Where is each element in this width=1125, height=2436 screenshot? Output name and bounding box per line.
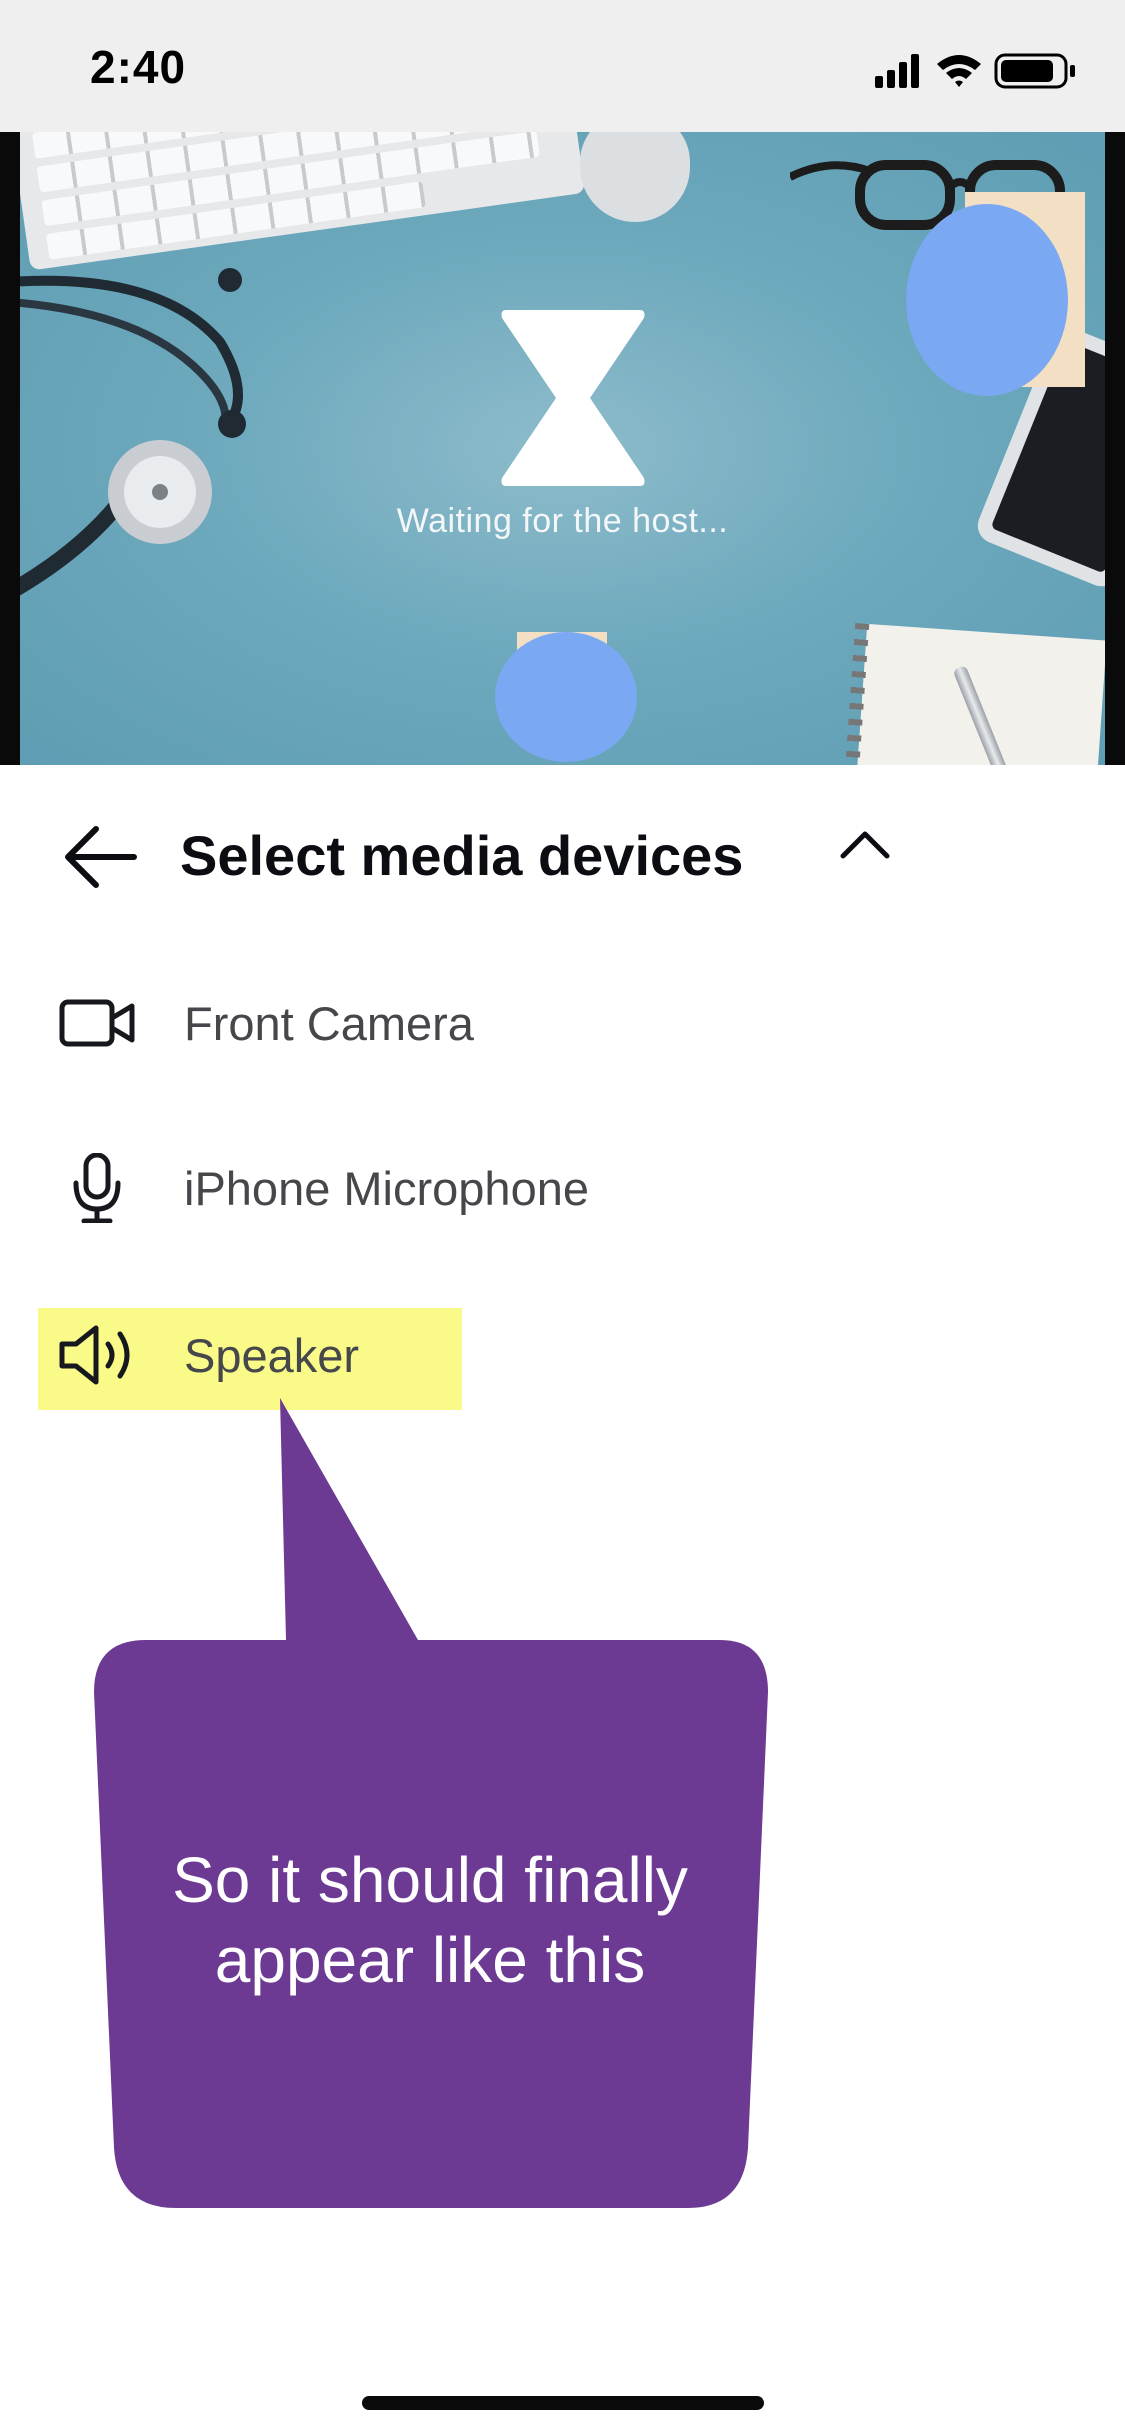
screen: 2:40 Waiting for the host... Select medi… [0,0,1125,2436]
notebook-image [853,623,1105,765]
microphone-icon [73,1153,121,1223]
video-area: Waiting for the host... [0,132,1125,765]
hourglass-icon [501,310,645,486]
device-label: iPhone Microphone [184,1162,589,1215]
annotation-text-line: appear like this [214,1924,646,1996]
device-option-speaker[interactable]: Speaker [38,1302,1088,1410]
cellular-signal-icon [875,54,919,88]
panel-title: Select media devices [180,824,744,887]
redaction-oval [495,632,637,762]
wifi-icon [937,55,981,87]
waiting-message: Waiting for the host... [396,502,729,540]
device-label: Front Camera [184,997,474,1050]
device-option-microphone[interactable]: iPhone Microphone [38,1135,1088,1239]
status-time: 2:40 [90,41,187,93]
annotation-text: So it should finally appear like this [110,1840,750,2000]
annotation-text-line: So it should finally [172,1844,688,1916]
video-background: Waiting for the host... [20,132,1105,765]
chevron-up-icon[interactable] [835,820,895,870]
stethoscope-image [20,268,246,596]
speaker-icon [59,1325,130,1385]
video-camera-icon [59,999,135,1047]
device-option-front-camera[interactable]: Front Camera [38,970,1088,1074]
home-indicator[interactable] [362,2396,764,2410]
device-label: Speaker [184,1329,360,1382]
redaction-oval [906,204,1068,396]
status-icons [875,53,1075,89]
battery-icon [994,53,1075,89]
panel-header: Select media devices [0,765,1125,935]
arrow-left-icon[interactable] [60,817,140,897]
keyboard-image [20,132,586,271]
status-bar: 2:40 [0,0,1125,132]
mouse-image [580,132,690,222]
